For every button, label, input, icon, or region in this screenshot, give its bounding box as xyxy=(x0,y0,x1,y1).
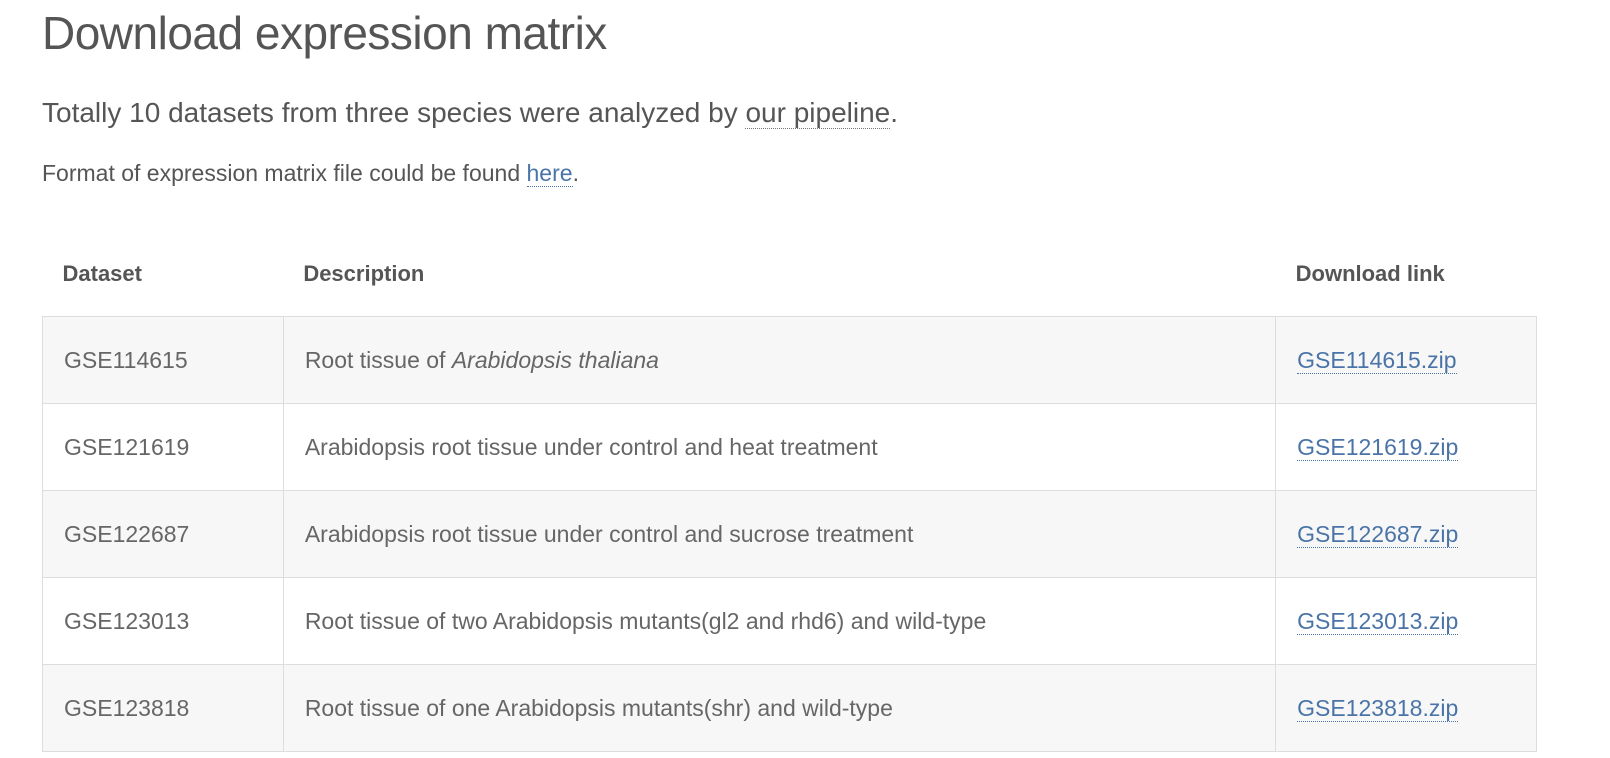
header-dataset: Dataset xyxy=(42,232,284,317)
dataset-id: GSE122687 xyxy=(42,490,284,578)
header-download-link: Download link xyxy=(1275,232,1537,317)
table-row: GSE123818 Root tissue of one Arabidopsis… xyxy=(42,664,1537,752)
download-link[interactable]: GSE123013.zip xyxy=(1297,607,1459,635)
intro-text: Totally 10 datasets from three species w… xyxy=(42,97,898,129)
page: Download expression matrix Totally 10 da… xyxy=(0,0,1610,758)
dataset-description: Root tissue of Arabidopsis thaliana xyxy=(282,316,1277,404)
download-link[interactable]: GSE121619.zip xyxy=(1297,433,1459,461)
dataset-id: GSE123013 xyxy=(42,577,284,665)
download-link[interactable]: GSE122687.zip xyxy=(1297,520,1459,548)
dataset-description: Arabidopsis root tissue under control an… xyxy=(282,403,1277,491)
download-cell: GSE114615.zip xyxy=(1275,316,1537,404)
description-text: Root tissue of one Arabidopsis mutants(s… xyxy=(304,694,893,721)
header-description: Description xyxy=(283,232,1276,317)
format-text: Format of expression matrix file could b… xyxy=(42,160,579,187)
our-pipeline-link[interactable]: our pipeline xyxy=(745,97,891,129)
table-row: GSE121619 Arabidopsis root tissue under … xyxy=(42,403,1537,491)
intro-prefix: Totally 10 datasets from three species w… xyxy=(42,97,746,128)
page-title: Download expression matrix xyxy=(42,7,607,59)
format-prefix: Format of expression matrix file could b… xyxy=(42,160,527,186)
download-link[interactable]: GSE114615.zip xyxy=(1297,346,1457,374)
species-name: Arabidopsis thaliana xyxy=(451,346,659,373)
dataset-id: GSE114615 xyxy=(42,316,284,404)
download-cell: GSE122687.zip xyxy=(1275,490,1537,578)
table-header-row: Dataset Description Download link xyxy=(42,232,1537,317)
dataset-description: Arabidopsis root tissue under control an… xyxy=(282,490,1277,578)
dataset-id: GSE121619 xyxy=(42,403,284,491)
dataset-description: Root tissue of one Arabidopsis mutants(s… xyxy=(282,664,1277,752)
dataset-description: Root tissue of two Arabidopsis mutants(g… xyxy=(282,577,1277,665)
format-here-link[interactable]: here xyxy=(526,160,573,187)
description-text: Arabidopsis root tissue under control an… xyxy=(304,433,878,460)
description-text: Arabidopsis root tissue under control an… xyxy=(304,520,914,547)
table-row: GSE114615 Root tissue of Arabidopsis tha… xyxy=(42,316,1537,404)
intro-suffix: . xyxy=(890,97,899,128)
description-text: Root tissue of two Arabidopsis mutants(g… xyxy=(304,607,987,634)
table-row: GSE122687 Arabidopsis root tissue under … xyxy=(42,490,1537,578)
download-cell: GSE123818.zip xyxy=(1275,664,1537,752)
download-cell: GSE121619.zip xyxy=(1275,403,1537,491)
table-row: GSE123013 Root tissue of two Arabidopsis… xyxy=(42,577,1537,665)
description-text: Root tissue of xyxy=(304,346,452,373)
format-suffix: . xyxy=(572,160,579,186)
datasets-table: Dataset Description Download link GSE114… xyxy=(42,232,1537,752)
download-cell: GSE123013.zip xyxy=(1275,577,1537,665)
download-link[interactable]: GSE123818.zip xyxy=(1297,694,1459,722)
dataset-id: GSE123818 xyxy=(42,664,284,752)
